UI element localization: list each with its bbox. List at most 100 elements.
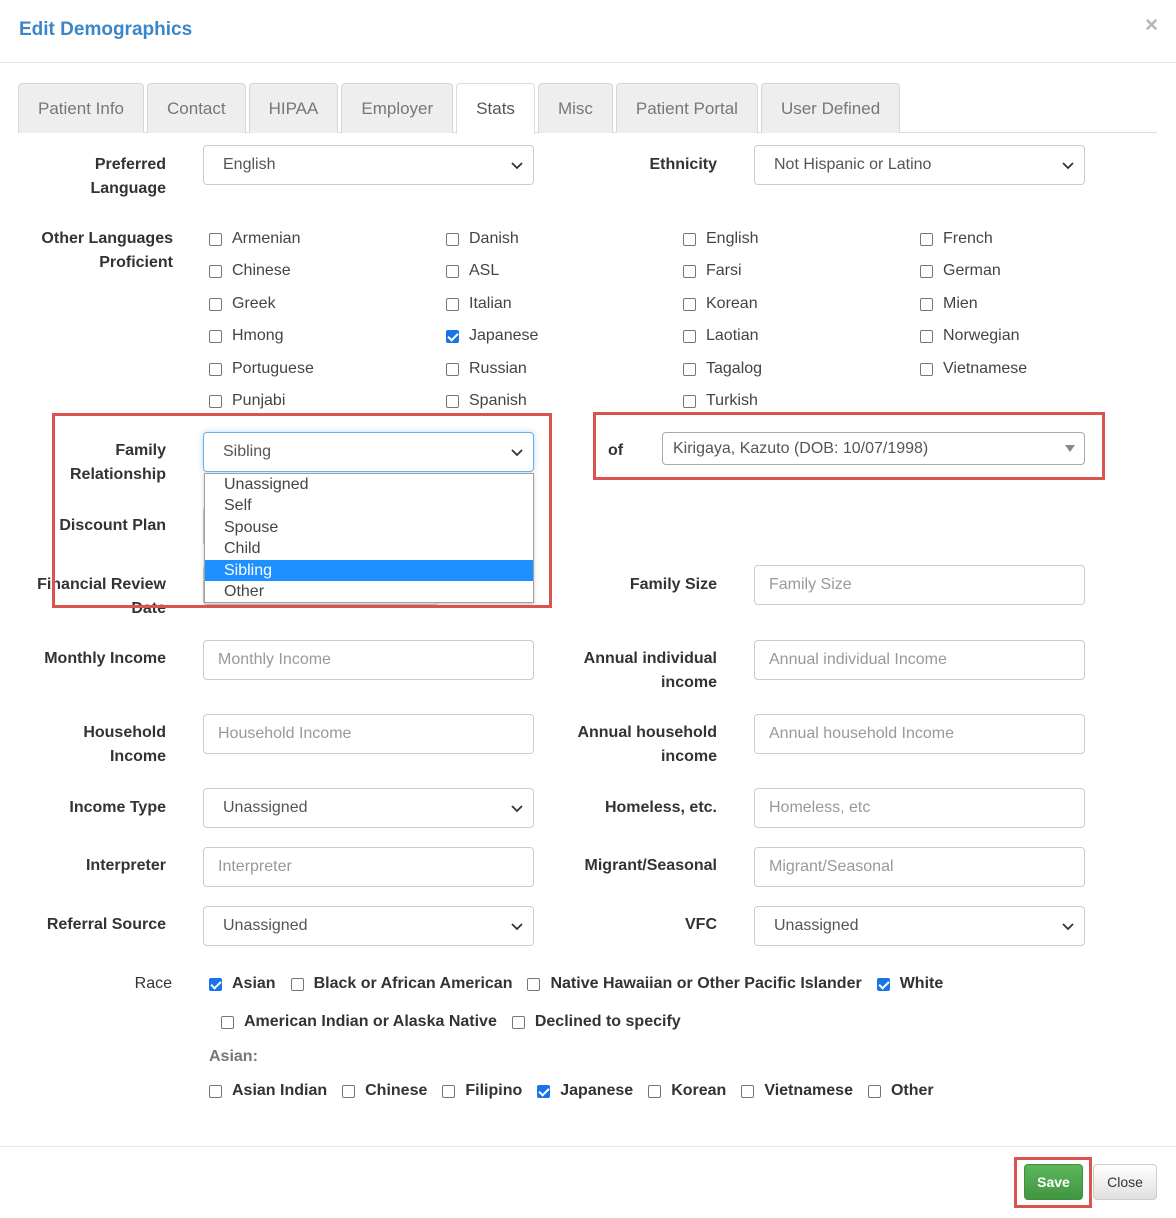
checkbox-icon[interactable]	[683, 394, 696, 408]
migrant-seasonal-input[interactable]	[754, 847, 1085, 887]
checkbox-icon[interactable]	[446, 394, 459, 408]
checkbox-icon[interactable]	[920, 232, 933, 246]
interpreter-field[interactable]	[218, 858, 519, 876]
language-option-laotian[interactable]: Laotian	[683, 325, 759, 347]
race-option-filipino[interactable]: Filipino	[442, 1082, 522, 1100]
family-size-field[interactable]	[769, 576, 1070, 594]
income-type-select[interactable]: Unassigned	[203, 788, 534, 828]
tab-hipaa[interactable]: HIPAA	[248, 83, 339, 133]
tab-contact[interactable]: Contact	[147, 83, 246, 133]
checkbox-icon[interactable]	[209, 329, 222, 343]
checkbox-icon[interactable]	[446, 362, 459, 376]
language-option-japanese[interactable]: Japanese	[446, 325, 538, 347]
race-option-chinese[interactable]: Chinese	[342, 1082, 427, 1100]
checkbox-icon[interactable]	[683, 232, 696, 246]
checkbox-icon[interactable]	[511, 1015, 525, 1029]
language-option-tagalog[interactable]: Tagalog	[683, 358, 762, 380]
language-option-danish[interactable]: Danish	[446, 228, 519, 250]
language-option-italian[interactable]: Italian	[446, 293, 512, 315]
checkbox-icon[interactable]	[446, 232, 459, 246]
checkbox-icon[interactable]	[867, 1084, 881, 1098]
race-option-american-indian-or-alaska-native[interactable]: American Indian or Alaska Native	[221, 1013, 497, 1031]
language-option-french[interactable]: French	[920, 228, 993, 250]
checkbox-checked-icon[interactable]	[446, 329, 459, 343]
language-option-farsi[interactable]: Farsi	[683, 260, 742, 282]
race-option-korean[interactable]: Korean	[648, 1082, 726, 1100]
homeless-field[interactable]	[769, 799, 1070, 817]
checkbox-icon[interactable]	[446, 264, 459, 278]
save-button[interactable]: Save	[1024, 1164, 1083, 1200]
checkbox-checked-icon[interactable]	[876, 977, 890, 991]
checkbox-icon[interactable]	[683, 264, 696, 278]
checkbox-icon[interactable]	[527, 977, 541, 991]
monthly-income-field[interactable]	[218, 651, 519, 669]
checkbox-icon[interactable]	[683, 362, 696, 376]
language-option-greek[interactable]: Greek	[209, 293, 276, 315]
dropdown-option-spouse[interactable]: Spouse	[205, 517, 533, 538]
dropdown-option-self[interactable]: Self	[205, 495, 533, 516]
checkbox-icon[interactable]	[446, 297, 459, 311]
language-option-chinese[interactable]: Chinese	[209, 260, 291, 282]
annual-household-income-input[interactable]	[754, 714, 1085, 754]
checkbox-icon[interactable]	[209, 297, 222, 311]
checkbox-icon[interactable]	[920, 264, 933, 278]
tab-stats[interactable]: Stats	[456, 83, 535, 134]
tab-employer[interactable]: Employer	[341, 83, 454, 133]
checkbox-icon[interactable]	[741, 1084, 755, 1098]
language-option-armenian[interactable]: Armenian	[209, 228, 300, 250]
ethnicity-select[interactable]: Not Hispanic or Latino	[754, 145, 1085, 185]
household-income-input[interactable]	[203, 714, 534, 754]
race-option-asian[interactable]: Asian	[209, 975, 276, 993]
checkbox-icon[interactable]	[648, 1084, 662, 1098]
dropdown-option-sibling[interactable]: Sibling	[205, 559, 533, 581]
dropdown-option-unassigned[interactable]: Unassigned	[205, 474, 533, 495]
dropdown-option-other[interactable]: Other	[205, 581, 533, 602]
checkbox-checked-icon[interactable]	[537, 1084, 551, 1098]
race-option-native-hawaiian-or-other-pacific-islander[interactable]: Native Hawaiian or Other Pacific Islande…	[527, 975, 862, 993]
family-size-input[interactable]	[754, 565, 1085, 605]
household-income-field[interactable]	[218, 725, 519, 743]
language-option-norwegian[interactable]: Norwegian	[920, 325, 1019, 347]
language-option-russian[interactable]: Russian	[446, 358, 527, 380]
language-option-vietnamese[interactable]: Vietnamese	[920, 358, 1027, 380]
checkbox-icon[interactable]	[920, 329, 933, 343]
race-option-black-or-african-american[interactable]: Black or African American	[290, 975, 512, 993]
checkbox-icon[interactable]	[209, 264, 222, 278]
language-option-turkish[interactable]: Turkish	[683, 390, 758, 412]
of-patient-select[interactable]: Kirigaya, Kazuto (DOB: 10/07/1998)	[662, 432, 1085, 465]
language-option-spanish[interactable]: Spanish	[446, 390, 527, 412]
checkbox-icon[interactable]	[209, 1084, 222, 1098]
language-option-korean[interactable]: Korean	[683, 293, 758, 315]
checkbox-icon[interactable]	[221, 1015, 234, 1029]
race-option-asian-indian[interactable]: Asian Indian	[209, 1082, 327, 1100]
checkbox-icon[interactable]	[209, 394, 222, 408]
homeless-input[interactable]	[754, 788, 1085, 828]
checkbox-icon[interactable]	[442, 1084, 456, 1098]
annual-individual-income-field[interactable]	[769, 651, 1070, 669]
checkbox-icon[interactable]	[290, 977, 304, 991]
tab-patient-portal[interactable]: Patient Portal	[615, 83, 758, 133]
checkbox-icon[interactable]	[920, 362, 933, 376]
checkbox-icon[interactable]	[683, 329, 696, 343]
referral-source-select[interactable]: Unassigned	[203, 906, 534, 946]
race-option-japanese[interactable]: Japanese	[537, 1082, 633, 1100]
dropdown-option-child[interactable]: Child	[205, 538, 533, 559]
tab-patient-info[interactable]: Patient Info	[18, 83, 145, 133]
checkbox-icon[interactable]	[920, 297, 933, 311]
annual-individual-income-input[interactable]	[754, 640, 1085, 680]
race-option-declined-to-specify[interactable]: Declined to specify	[511, 1013, 681, 1031]
checkbox-icon[interactable]	[342, 1084, 356, 1098]
race-option-white[interactable]: White	[876, 975, 943, 993]
interpreter-input[interactable]	[203, 847, 534, 887]
monthly-income-input[interactable]	[203, 640, 534, 680]
language-option-asl[interactable]: ASL	[446, 260, 499, 282]
race-option-vietnamese[interactable]: Vietnamese	[741, 1082, 853, 1100]
tab-misc[interactable]: Misc	[537, 83, 613, 133]
language-option-portuguese[interactable]: Portuguese	[209, 358, 314, 380]
checkbox-icon[interactable]	[209, 362, 222, 376]
checkbox-icon[interactable]	[683, 297, 696, 311]
vfc-select[interactable]: Unassigned	[754, 906, 1085, 946]
preferred-language-select[interactable]: English	[203, 145, 534, 185]
race-option-other[interactable]: Other	[867, 1082, 934, 1100]
language-option-german[interactable]: German	[920, 260, 1001, 282]
